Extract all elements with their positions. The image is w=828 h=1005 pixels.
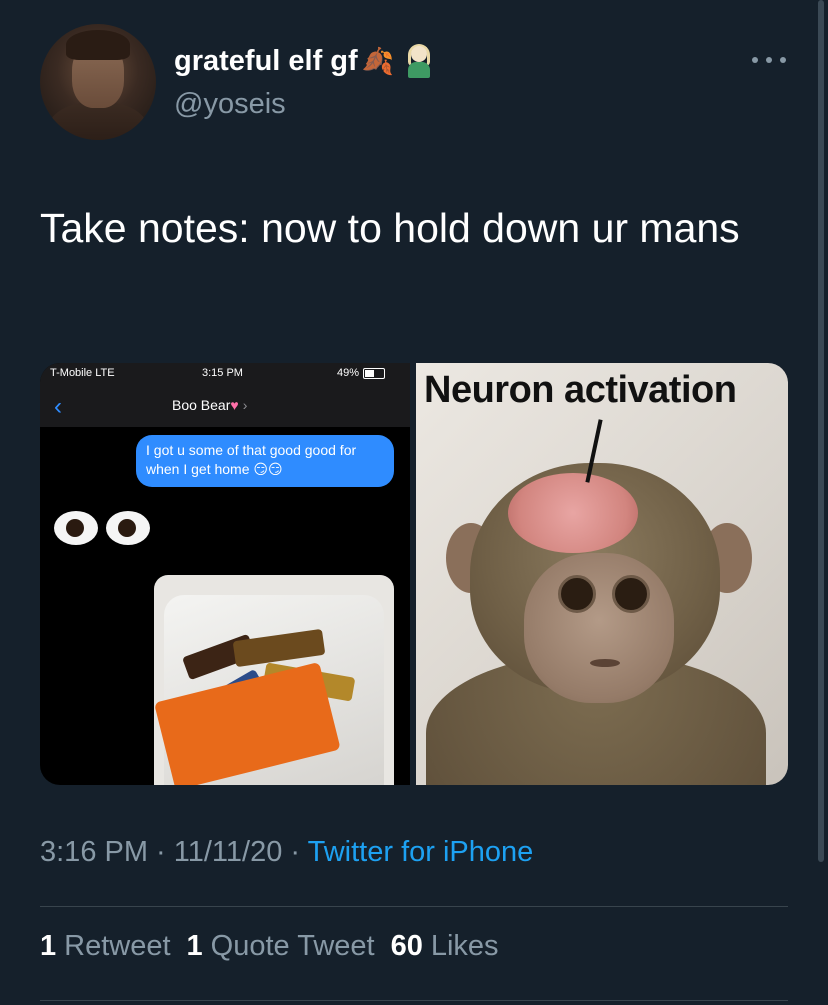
contact-name-text: Boo Bear	[172, 397, 231, 413]
monkey-face	[524, 553, 674, 703]
eyes-icon	[54, 511, 150, 545]
monkey-mouth	[590, 659, 620, 667]
back-chevron-icon: ‹	[54, 393, 62, 420]
scrollbar[interactable]	[818, 0, 824, 862]
quote-tweets-stat[interactable]: 1 Quote Tweet	[187, 930, 375, 963]
retweets-label: Retweet	[64, 930, 171, 962]
likes-stat[interactable]: 60 Likes	[391, 930, 499, 963]
media-image-monkey-meme[interactable]: Neuron activation	[416, 363, 788, 785]
phone-status-bar: T-Mobile LTE 3:15 PM 49%	[40, 363, 410, 385]
likes-count: 60	[390, 930, 423, 962]
battery-percent: 49%	[337, 367, 360, 379]
tweet-source-link[interactable]: Twitter for iPhone	[308, 836, 534, 868]
likes-label: Likes	[430, 930, 499, 962]
chevron-right-icon: ›	[242, 397, 248, 413]
tweet-media[interactable]: T-Mobile LTE 3:15 PM 49% ‹ Boo Bear♥ › I …	[40, 363, 788, 785]
author-display-name[interactable]: grateful elf gf 🍂	[174, 44, 434, 78]
status-time: 3:15 PM	[202, 367, 243, 379]
leaf-icon: 🍂	[361, 45, 395, 76]
monkey-eye-right	[612, 575, 650, 613]
status-battery: 49%	[337, 367, 386, 379]
quote-tweets-label: Quote Tweet	[210, 930, 375, 962]
avatar-hair	[66, 30, 130, 60]
more-options-icon[interactable]	[752, 50, 786, 70]
divider	[40, 906, 788, 907]
avatar[interactable]	[40, 24, 156, 140]
meme-caption: Neuron activation	[424, 369, 737, 411]
imessage-nav-bar: ‹ Boo Bear♥ ›	[40, 385, 410, 427]
divider	[40, 1000, 788, 1001]
brain-icon	[508, 473, 638, 553]
tweet-metadata: 3:16 PM · 11/11/20 · Twitter for iPhone	[40, 836, 533, 869]
candy-photo	[154, 575, 394, 785]
battery-icon	[363, 367, 386, 379]
media-image-text-message-screenshot[interactable]: T-Mobile LTE 3:15 PM 49% ‹ Boo Bear♥ › I …	[40, 363, 410, 785]
elf-icon	[404, 44, 434, 78]
display-name-text[interactable]: grateful elf gf	[174, 45, 358, 78]
tweet-text: Take notes: now to hold down ur mans	[40, 205, 740, 251]
monkey-eye-left	[558, 575, 596, 613]
quote-tweets-count: 1	[186, 930, 203, 962]
retweets-stat[interactable]: 1 Retweet	[40, 930, 171, 963]
contact-name: Boo Bear♥ ›	[172, 397, 247, 413]
tweet-timestamp[interactable]: 3:16 PM · 11/11/20 ·	[40, 836, 308, 868]
tweet-stats: 1 Retweet 1 Quote Tweet 60 Likes	[40, 930, 499, 963]
retweets-count: 1	[40, 930, 57, 962]
heart-icon: ♥	[230, 397, 239, 413]
author-handle[interactable]: @yoseis	[174, 88, 286, 121]
message-bubble: I got u some of that good good for when …	[136, 435, 394, 487]
status-carrier: T-Mobile LTE	[50, 367, 115, 379]
